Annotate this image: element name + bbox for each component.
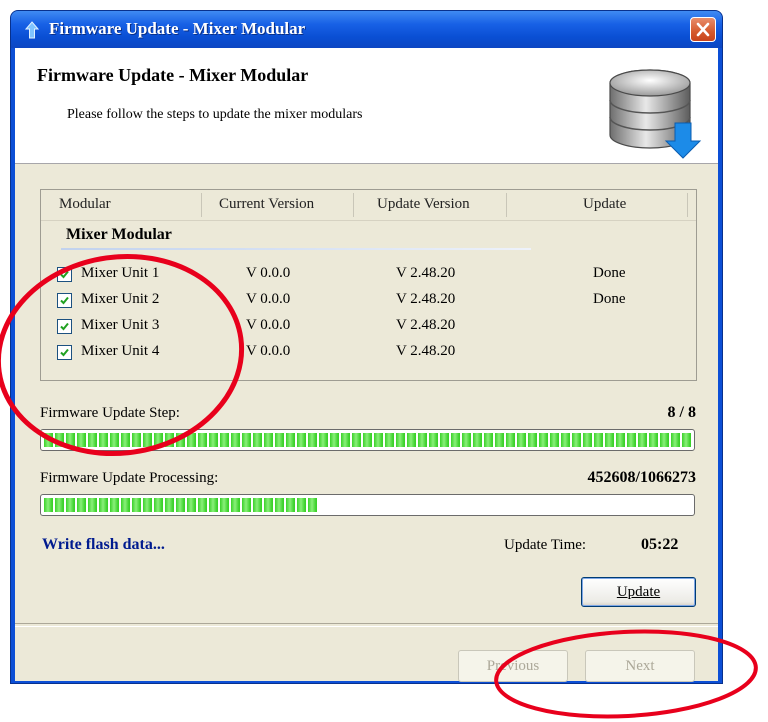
step-progress-bar bbox=[40, 429, 695, 451]
checkmark-icon bbox=[60, 296, 69, 305]
next-button-label: Next bbox=[625, 658, 655, 674]
row-name: Mixer Unit 3 bbox=[81, 317, 160, 333]
title-bar[interactable]: Firmware Update - Mixer Modular bbox=[11, 11, 722, 48]
row-current-version: V 0.0.0 bbox=[246, 265, 291, 281]
row-current-version: V 0.0.0 bbox=[246, 291, 291, 307]
step-progress-fill bbox=[44, 433, 691, 447]
column-divider[interactable] bbox=[353, 193, 354, 217]
upload-arrow-icon bbox=[25, 21, 39, 39]
column-divider[interactable] bbox=[506, 193, 507, 217]
row-update-version: V 2.48.20 bbox=[396, 343, 456, 359]
row-checkbox[interactable] bbox=[57, 319, 72, 334]
list-item[interactable]: Mixer Unit 2 V 0.0.0 V 2.48.20 Done bbox=[41, 288, 696, 314]
update-button-label: Update bbox=[616, 584, 661, 600]
row-current-version: V 0.0.0 bbox=[246, 317, 291, 333]
step-label: Firmware Update Step: bbox=[40, 405, 180, 421]
group-divider bbox=[61, 248, 531, 250]
processing-progress-fill bbox=[44, 498, 319, 512]
update-button[interactable]: Update bbox=[581, 577, 696, 607]
update-time-value: 05:22 bbox=[641, 536, 679, 553]
close-icon bbox=[696, 22, 710, 37]
header-title: Firmware Update - Mixer Modular bbox=[37, 65, 309, 85]
list-item[interactable]: Mixer Unit 3 V 0.0.0 V 2.48.20 bbox=[41, 314, 696, 340]
database-download-icon bbox=[609, 69, 702, 159]
processing-progress-bar bbox=[40, 494, 695, 516]
row-update-version: V 2.48.20 bbox=[396, 317, 456, 333]
header-banner: Firmware Update - Mixer Modular Please f… bbox=[15, 48, 718, 164]
header-subtitle: Please follow the steps to update the mi… bbox=[67, 107, 363, 122]
row-status: Done bbox=[593, 291, 626, 307]
dialog-client-area: Firmware Update - Mixer Modular Please f… bbox=[15, 48, 718, 682]
column-divider[interactable] bbox=[201, 193, 202, 217]
row-checkbox[interactable] bbox=[57, 345, 72, 360]
next-button[interactable]: Next bbox=[585, 650, 695, 682]
previous-button-label: Previous bbox=[486, 658, 540, 674]
column-current-version[interactable]: Current Version bbox=[219, 196, 314, 213]
column-divider[interactable] bbox=[687, 193, 688, 217]
list-column-header: Modular Current Version Update Version U… bbox=[41, 190, 696, 221]
row-name: Mixer Unit 4 bbox=[81, 343, 160, 359]
row-checkbox[interactable] bbox=[57, 267, 72, 282]
close-button[interactable] bbox=[690, 17, 716, 42]
column-update-version[interactable]: Update Version bbox=[377, 196, 470, 213]
status-message: Write flash data... bbox=[42, 536, 165, 553]
update-time-label: Update Time: bbox=[504, 537, 587, 553]
processing-counter: 452608/1066273 bbox=[587, 469, 696, 486]
row-name: Mixer Unit 2 bbox=[81, 291, 160, 307]
row-current-version: V 0.0.0 bbox=[246, 343, 291, 359]
row-update-version: V 2.48.20 bbox=[396, 265, 456, 281]
list-item[interactable]: Mixer Unit 4 V 0.0.0 V 2.48.20 bbox=[41, 340, 696, 366]
footer-separator bbox=[15, 623, 718, 627]
firmware-update-window: Firmware Update - Mixer Modular Firmware… bbox=[10, 10, 723, 684]
checkmark-icon bbox=[60, 348, 69, 357]
group-mixer-modular: Mixer Modular bbox=[66, 226, 172, 243]
row-name: Mixer Unit 1 bbox=[81, 265, 160, 281]
step-counter: 8 / 8 bbox=[667, 404, 696, 421]
modular-list: Modular Current Version Update Version U… bbox=[40, 189, 697, 381]
checkmark-icon bbox=[60, 322, 69, 331]
row-status: Done bbox=[593, 265, 626, 281]
row-checkbox[interactable] bbox=[57, 293, 72, 308]
checkmark-icon bbox=[60, 270, 69, 279]
column-modular[interactable]: Modular bbox=[59, 196, 111, 213]
window-title: Firmware Update - Mixer Modular bbox=[49, 19, 306, 38]
column-update[interactable]: Update bbox=[583, 196, 626, 213]
previous-button[interactable]: Previous bbox=[458, 650, 568, 682]
list-item[interactable]: Mixer Unit 1 V 0.0.0 V 2.48.20 Done bbox=[41, 262, 696, 288]
processing-label: Firmware Update Processing: bbox=[40, 470, 219, 486]
row-update-version: V 2.48.20 bbox=[396, 291, 456, 307]
